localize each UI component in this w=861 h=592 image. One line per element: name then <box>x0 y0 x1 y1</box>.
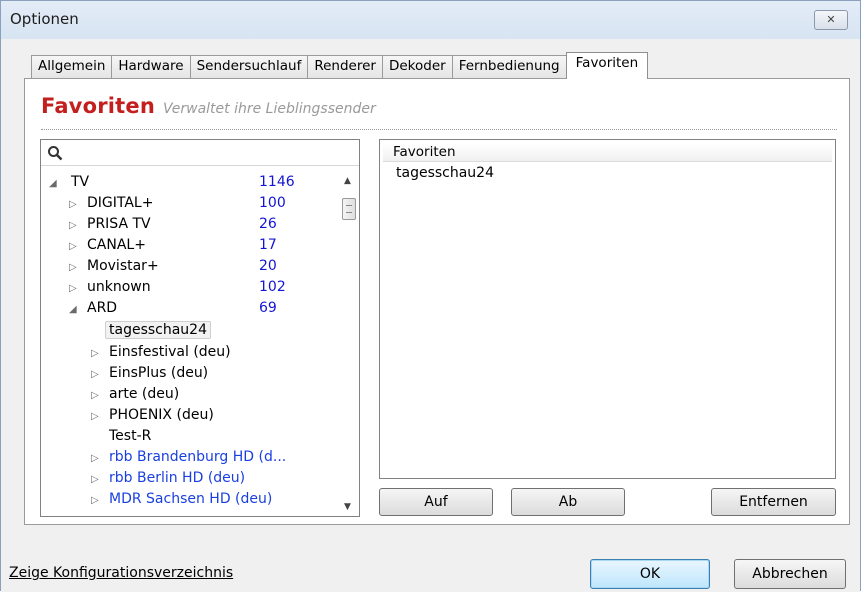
title-bar: Optionen ✕ <box>1 1 860 39</box>
up-button[interactable]: Auf <box>379 488 493 516</box>
list-item[interactable]: tagesschau24 <box>396 165 494 181</box>
collapsed-arrow-icon[interactable]: ▷ <box>91 490 99 511</box>
heading-divider <box>41 129 837 130</box>
channel-count: 1146 <box>259 174 295 190</box>
tree-node-ard[interactable]: ◢ ARD 69 <box>69 298 329 319</box>
show-config-dir-link[interactable]: Zeige Konfigurationsverzeichnis <box>9 565 233 581</box>
collapsed-arrow-icon[interactable]: ▷ <box>69 194 77 215</box>
tab-renderer[interactable]: Renderer <box>307 55 383 79</box>
collapsed-arrow-icon[interactable]: ▷ <box>91 343 99 364</box>
tree-scrollbar[interactable]: ▲ ▼ <box>340 170 359 516</box>
options-dialog: Optionen ✕ Allgemein Hardware Sendersuch… <box>0 0 861 592</box>
favorites-panel: Favoriten Verwaltet ihre Lieblingssender… <box>24 78 850 525</box>
tree-channel[interactable]: Test-R <box>109 426 151 447</box>
collapsed-arrow-icon[interactable]: ▷ <box>69 257 77 278</box>
expanded-arrow-icon[interactable]: ◢ <box>49 173 57 194</box>
channel-count: 102 <box>259 279 286 295</box>
tree-node-movistar[interactable]: ▷ Movistar+ 20 <box>69 256 329 277</box>
tab-dekoder[interactable]: Dekoder <box>381 55 453 79</box>
down-button[interactable]: Ab <box>511 488 625 516</box>
tab-hardware[interactable]: Hardware <box>111 55 191 79</box>
tree-node-digital[interactable]: ▷ DIGITAL+ 100 <box>69 193 329 214</box>
favorites-column-header[interactable]: Favoriten <box>383 144 832 162</box>
tab-favoriten[interactable]: Favoriten <box>565 52 649 79</box>
tree-node-tv[interactable]: ◢ TV 1146 <box>49 172 329 193</box>
ok-button[interactable]: OK <box>590 559 710 589</box>
tree-list: ◢ TV 1146 ▷ DIGITAL+ 100 ▷ PRISA TV 26 ▷… <box>41 170 337 516</box>
channel-count: 20 <box>259 258 277 274</box>
page-heading: Favoriten Verwaltet ihre Lieblingssender <box>41 94 376 118</box>
channel-tree: ◢ TV 1146 ▷ DIGITAL+ 100 ▷ PRISA TV 26 ▷… <box>40 139 360 517</box>
collapsed-arrow-icon[interactable]: ▷ <box>69 215 77 236</box>
scroll-up-icon[interactable]: ▲ <box>344 176 351 186</box>
channel-count: 17 <box>259 237 277 253</box>
search-icon[interactable] <box>47 145 63 161</box>
channel-count: 69 <box>259 300 277 316</box>
expanded-arrow-icon[interactable]: ◢ <box>69 299 77 320</box>
channel-count: 26 <box>259 216 277 232</box>
collapsed-arrow-icon[interactable]: ▷ <box>69 236 77 257</box>
dialog-body: Allgemein Hardware Sendersuchlauf Render… <box>1 39 860 592</box>
collapsed-arrow-icon[interactable]: ▷ <box>91 469 99 490</box>
scroll-thumb[interactable] <box>342 198 356 220</box>
collapsed-arrow-icon[interactable]: ▷ <box>91 448 99 469</box>
channel-count: 100 <box>259 195 286 211</box>
favorites-list: Favoriten tagesschau24 <box>379 139 836 479</box>
tab-allgemein[interactable]: Allgemein <box>31 55 113 79</box>
tree-node-unknown[interactable]: ▷ unknown 102 <box>69 277 329 298</box>
page-title: Favoriten <box>41 94 155 118</box>
collapsed-arrow-icon[interactable]: ▷ <box>69 278 77 299</box>
tab-sendersuchlauf[interactable]: Sendersuchlauf <box>189 55 309 79</box>
scroll-down-icon[interactable]: ▼ <box>344 502 351 512</box>
page-subtitle: Verwaltet ihre Lieblingssender <box>163 101 376 117</box>
tree-node-canal[interactable]: ▷ CANAL+ 17 <box>69 235 329 256</box>
tab-fernbedienung[interactable]: Fernbedienung <box>451 55 567 79</box>
tree-channel-selected[interactable]: tagesschau24 <box>105 320 211 341</box>
collapsed-arrow-icon[interactable]: ▷ <box>91 406 99 427</box>
tree-node-prisa[interactable]: ▷ PRISA TV 26 <box>69 214 329 235</box>
collapsed-arrow-icon[interactable]: ▷ <box>91 364 99 385</box>
close-button[interactable]: ✕ <box>814 10 848 30</box>
tab-strip: Allgemein Hardware Sendersuchlauf Render… <box>31 52 649 79</box>
remove-button[interactable]: Entfernen <box>711 488 836 516</box>
collapsed-arrow-icon[interactable]: ▷ <box>91 385 99 406</box>
search-separator <box>41 165 359 166</box>
window-title: Optionen <box>10 10 79 28</box>
cancel-button[interactable]: Abbrechen <box>734 559 846 589</box>
